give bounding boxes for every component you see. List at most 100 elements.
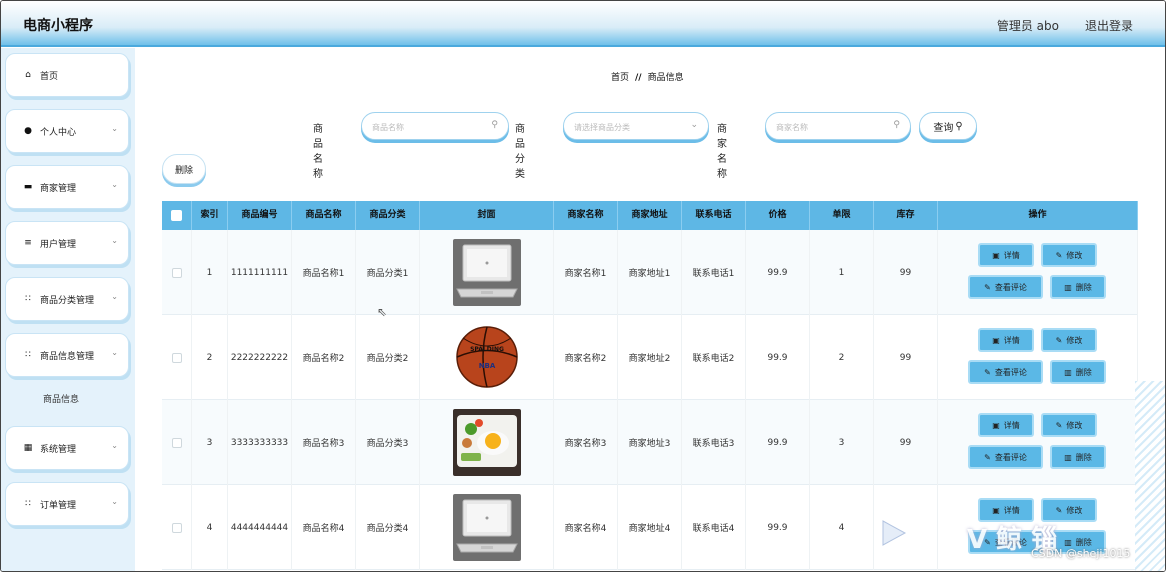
purchase-limit: 1 <box>838 267 845 278</box>
merchant-name: 商家名称1 <box>564 269 607 279</box>
row-checkbox[interactable] <box>171 267 182 278</box>
view-reviews-button-label: 查看评论 <box>994 367 1027 377</box>
product-code-cell: 4444444444 <box>228 485 292 570</box>
edit-button[interactable]: ✎ 修改 <box>1041 328 1097 352</box>
product-code: 1111111111 <box>230 267 289 278</box>
delete-button-label: 删除 <box>1075 452 1092 462</box>
product-cover-image[interactable] <box>452 409 521 476</box>
product-code-cell: 1111111111 <box>228 230 292 315</box>
pencil-icon: ✎ <box>1055 420 1063 430</box>
contact-phone: 联系电话3 <box>692 439 735 449</box>
edit-button[interactable]: ✎ 修改 <box>1041 243 1097 267</box>
product-name: 商品名称1 <box>302 269 345 279</box>
sidebar-item-home[interactable]: ⌂ 首页 <box>5 53 129 97</box>
document-icon: ▣ <box>992 505 1000 515</box>
purchase-limit: 4 <box>838 522 845 533</box>
product-name-input[interactable]: 商品名称 ⚲ <box>361 112 509 140</box>
delete-button[interactable]: ▥ 删除 <box>1050 360 1106 384</box>
merchant-name-cell: 商家名称2 <box>554 315 618 400</box>
product-category: 商品分类4 <box>366 524 409 534</box>
product-name-placeholder: 商品名称 <box>372 123 404 132</box>
sidebar-item-system-management[interactable]: ▦ 系统管理 ⌄ <box>5 426 129 470</box>
document-icon: ▣ <box>992 420 1000 430</box>
merchant-name-cell: 商家名称4 <box>554 485 618 570</box>
breadcrumb-home[interactable]: 首页 <box>611 73 629 83</box>
grid-icon: ∷ <box>25 499 31 509</box>
stock: 99 <box>899 267 912 278</box>
purchase-limit: 3 <box>838 437 845 448</box>
merchant-name-cell: 商家名称1 <box>554 230 618 315</box>
cover-image-cell: SPALDING NBA <box>420 315 554 400</box>
sidebar-item-order-management[interactable]: ∷ 订单管理 ⌄ <box>5 482 129 526</box>
row-checkbox[interactable] <box>171 352 182 363</box>
select-all-checkbox[interactable] <box>171 210 182 221</box>
table-row[interactable]: 1 1111111111 商品名称1 商品分类1 商家名称1 商家地址1 联系电话1 99.9… <box>162 230 1138 315</box>
select-all-cell <box>162 201 192 230</box>
cover-image-cell <box>420 400 554 485</box>
product-name-cell: 商品名称3 <box>292 400 356 485</box>
shop-icon: ▬ <box>23 182 33 192</box>
view-reviews-button-label: 查看评论 <box>994 282 1027 292</box>
detail-button[interactable]: ▣ 详情 <box>978 413 1034 437</box>
product-category-placeholder: 请选择商品分类 <box>574 123 630 132</box>
column-header: 商家名称 <box>554 201 618 230</box>
purchase-limit-cell: 2 <box>810 315 874 400</box>
sidebar-subitem-product-info[interactable]: 商品信息 <box>43 392 79 405</box>
sidebar-item-user-management[interactable]: ≡ 用户管理 ⌄ <box>5 221 129 265</box>
sidebar-item-label: 商品信息管理 <box>40 351 95 362</box>
detail-button[interactable]: ▣ 详情 <box>978 328 1034 352</box>
delete-button[interactable]: ▥ 删除 <box>1050 275 1106 299</box>
query-button[interactable]: 查询 ⚲ <box>919 112 977 140</box>
stock-cell: 99 <box>874 230 938 315</box>
price-cell: 99.9 <box>746 230 810 315</box>
detail-button[interactable]: ▣ 详情 <box>978 243 1034 267</box>
sidebar-item-product-management[interactable]: ∷ 商品信息管理 ⌄ <box>5 333 129 377</box>
mouse-cursor-icon: ⇖ <box>377 305 388 319</box>
product-cover-image[interactable] <box>452 494 521 561</box>
food-bento-image <box>452 409 521 476</box>
column-header: 商品分类 <box>356 201 420 230</box>
row-select-cell <box>162 400 192 485</box>
row-index-cell: 1 <box>192 230 228 315</box>
product-code: 4444444444 <box>230 522 289 533</box>
view-reviews-button[interactable]: ✎ 查看评论 <box>968 360 1043 384</box>
view-reviews-button[interactable]: ✎ 查看评论 <box>968 445 1043 469</box>
ball-league-text: NBA <box>478 362 495 370</box>
sidebar-item-label: 订单管理 <box>40 500 77 511</box>
logout-link[interactable]: 退出登录 <box>1085 17 1133 34</box>
top-header: 电商小程序 管理员 abo 退出登录 <box>1 1 1165 47</box>
apps-icon: ▦ <box>23 443 33 453</box>
table-row[interactable]: 3 3333333333 商品名称3 商品分类3 商家名称3 商家地址3 联系电话3 99.9… <box>162 400 1138 485</box>
laptop-image <box>452 494 521 561</box>
sidebar-item-merchant-management[interactable]: ▬ 商家管理 ⌄ <box>5 165 129 209</box>
row-checkbox[interactable] <box>171 437 182 448</box>
product-cover-image[interactable] <box>452 239 521 306</box>
merchant-address-cell: 商家地址4 <box>618 485 682 570</box>
view-reviews-button[interactable]: ✎ 查看评论 <box>968 275 1043 299</box>
actions-cell: ▣ 详情 ✎ 修改 ✎ 查看评论 ▥ 删除 <box>938 315 1138 400</box>
product-name: 商品名称4 <box>302 524 345 534</box>
purchase-limit-cell: 3 <box>810 400 874 485</box>
product-category-label: 商品分类 <box>515 124 525 180</box>
detail-button-label: 详情 <box>1003 335 1020 345</box>
chevron-down-icon: ⌄ <box>111 180 118 189</box>
row-checkbox[interactable] <box>171 522 182 533</box>
contact-phone: 联系电话4 <box>692 524 735 534</box>
price: 99.9 <box>767 522 788 533</box>
edit-button[interactable]: ✎ 修改 <box>1041 413 1097 437</box>
detail-button-label: 详情 <box>1003 250 1020 260</box>
sidebar-item-label: 首页 <box>40 71 59 82</box>
product-category-select[interactable]: 请选择商品分类 ⌄ <box>563 112 709 140</box>
merchant-name-cell: 商家名称3 <box>554 400 618 485</box>
table-row[interactable]: 2 2222222222 商品名称2 商品分类2 SPALDING NBA 商家名称2 商家地… <box>162 315 1138 400</box>
merchant-name-input[interactable]: 商家名称 ⚲ <box>765 112 911 140</box>
product-cover-image[interactable]: SPALDING NBA <box>452 324 521 391</box>
product-name-label: 商品名称 <box>313 124 323 180</box>
sidebar-item-personal-center[interactable]: ● 个人中心 ⌄ <box>5 109 129 153</box>
stock: 99 <box>899 352 912 363</box>
grid-icon: ∷ <box>25 294 31 304</box>
sidebar-item-category-management[interactable]: ∷ 商品分类管理 ⌄ <box>5 277 129 321</box>
delete-button[interactable]: ▥ 删除 <box>1050 445 1106 469</box>
batch-delete-button[interactable]: 删除 <box>162 154 206 184</box>
watermark-logo-icon <box>882 520 907 546</box>
